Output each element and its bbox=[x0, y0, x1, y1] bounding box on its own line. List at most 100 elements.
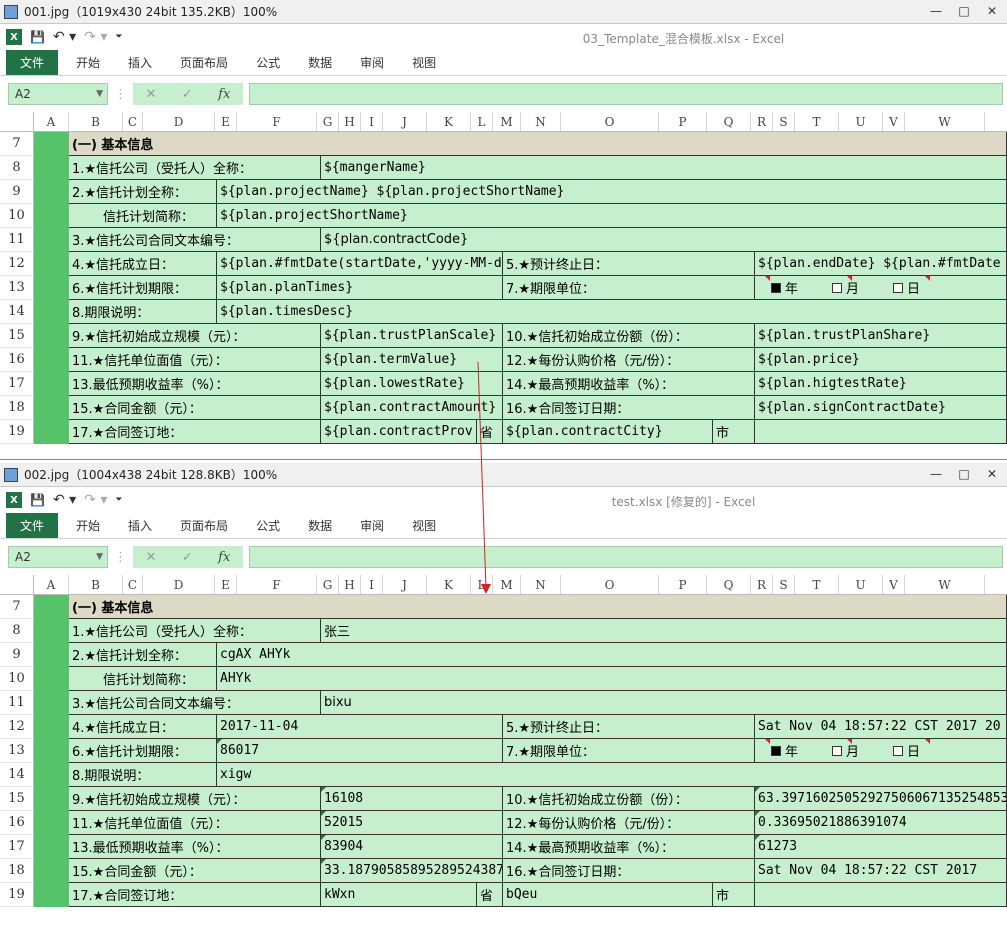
chevron-down-icon[interactable]: ▼ bbox=[96, 89, 103, 99]
sheet-cell[interactable]: ${plan.timesDesc} bbox=[217, 300, 1007, 324]
column-a-cell[interactable] bbox=[34, 691, 69, 715]
sheet-cell[interactable]: 10.★信托初始成立份额（份）： bbox=[503, 324, 755, 348]
ribbon-tab-3[interactable]: 页面布局 bbox=[166, 513, 242, 538]
column-header-i[interactable]: I bbox=[361, 112, 383, 131]
chevron-down-icon[interactable]: ▼ bbox=[96, 552, 103, 562]
unit-month-checkbox[interactable]: 月 bbox=[832, 741, 859, 760]
row-header[interactable]: 7 bbox=[0, 132, 34, 156]
column-header-u[interactable]: U bbox=[839, 575, 883, 594]
sheet-cell[interactable]: 市 bbox=[713, 420, 755, 444]
column-a-cell[interactable] bbox=[34, 180, 69, 204]
minimize-button[interactable]: — bbox=[925, 465, 947, 483]
column-header-o[interactable]: O bbox=[561, 112, 659, 131]
column-a-cell[interactable] bbox=[34, 276, 69, 300]
sheet-cell[interactable]: 7.★期限单位： bbox=[503, 276, 755, 300]
sheet-cell[interactable]: 12.★每份认购价格（元/份）： bbox=[503, 811, 755, 835]
column-a-cell[interactable] bbox=[34, 835, 69, 859]
row-header[interactable]: 12 bbox=[0, 252, 34, 276]
sheet-cell[interactable]: ${plan.endDate} ${plan.#fmtDate bbox=[755, 252, 1007, 276]
column-a-cell[interactable] bbox=[34, 619, 69, 643]
enter-icon[interactable]: ✓ bbox=[182, 87, 193, 102]
sheet-cell[interactable]: 省 bbox=[477, 420, 503, 444]
undo-icon[interactable]: ↶ ▾ bbox=[53, 492, 76, 508]
sheet-cell[interactable]: 3.★信托公司合同文本编号： bbox=[69, 228, 321, 252]
sheet-cell[interactable] bbox=[755, 420, 1007, 444]
column-a-cell[interactable] bbox=[34, 204, 69, 228]
column-header-l[interactable]: L bbox=[471, 575, 493, 594]
sheet-cell[interactable]: ${plan.#fmtDate(startDate,'yyyy-MM-dd')} bbox=[217, 252, 503, 276]
column-a-cell[interactable] bbox=[34, 715, 69, 739]
ribbon-tab-0[interactable]: 文件 bbox=[6, 513, 59, 538]
column-a-cell[interactable] bbox=[34, 348, 69, 372]
sheet-cell[interactable]: ${plan.contractCode} bbox=[321, 228, 1007, 252]
sheet-cell[interactable]: 年月日 bbox=[755, 276, 1007, 300]
fx-icon[interactable]: fx bbox=[218, 550, 230, 565]
column-header-h[interactable]: H bbox=[339, 575, 361, 594]
column-header-w[interactable]: W bbox=[905, 112, 985, 131]
formula-input[interactable] bbox=[249, 546, 1003, 568]
sheet-cell[interactable]: 4.★信托成立日： bbox=[69, 252, 217, 276]
sheet-cell[interactable]: 9.★信托初始成立规模（元）： bbox=[69, 324, 321, 348]
sheet-cell[interactable]: 11.★信托单位面值（元）： bbox=[69, 348, 321, 372]
row-header[interactable]: 12 bbox=[0, 715, 34, 739]
ribbon-tab-2[interactable]: 插入 bbox=[114, 513, 166, 538]
column-header-m[interactable]: M bbox=[493, 575, 521, 594]
maximize-button[interactable]: □ bbox=[953, 465, 975, 483]
unit-day-checkbox[interactable]: 日 bbox=[893, 278, 920, 297]
sheet-cell[interactable]: Sat Nov 04 18:57:22 CST 2017 20 bbox=[755, 715, 1007, 739]
column-header-l[interactable]: L bbox=[471, 112, 493, 131]
save-icon[interactable]: 💾 bbox=[30, 30, 45, 44]
sheet-cell[interactable]: ${mangerName} bbox=[321, 156, 1007, 180]
column-a-cell[interactable] bbox=[34, 643, 69, 667]
column-a-cell[interactable] bbox=[34, 595, 69, 619]
sheet-cell[interactable]: bQeu bbox=[503, 883, 713, 907]
sheet-cell[interactable]: 2.★信托计划全称： bbox=[69, 643, 217, 667]
sheet-cell[interactable]: 61273 bbox=[755, 835, 1007, 859]
row-header[interactable]: 16 bbox=[0, 811, 34, 835]
sheet-cell[interactable]: 15.★合同金额（元）： bbox=[69, 859, 321, 883]
name-box[interactable]: A2 ▼ bbox=[8, 546, 108, 568]
ribbon-tab-0[interactable]: 文件 bbox=[6, 50, 59, 75]
column-header-c[interactable]: C bbox=[123, 112, 143, 131]
redo-icon[interactable]: ↷ ▾ bbox=[84, 29, 107, 45]
ribbon-tab-6[interactable]: 审阅 bbox=[346, 513, 398, 538]
qat-customize-icon[interactable]: ⏷ bbox=[115, 32, 122, 42]
sheet-cell[interactable]: 6.★信托计划期限： bbox=[69, 276, 217, 300]
column-header-p[interactable]: P bbox=[659, 575, 707, 594]
sheet-cell[interactable]: 52015 bbox=[321, 811, 503, 835]
ribbon-tab-6[interactable]: 审阅 bbox=[346, 50, 398, 75]
sheet-cell[interactable]: 8.期限说明： bbox=[69, 763, 217, 787]
column-header-d[interactable]: D bbox=[143, 575, 215, 594]
sheet-cell[interactable]: 13.最低预期收益率（%）： bbox=[69, 835, 321, 859]
sheet-cell[interactable]: 15.★合同金额（元）： bbox=[69, 396, 321, 420]
column-header-q[interactable]: Q bbox=[707, 112, 751, 131]
ribbon-tab-7[interactable]: 视图 bbox=[398, 513, 450, 538]
sheet-cell[interactable] bbox=[755, 883, 1007, 907]
sheet-cell[interactable]: ${plan.contractCity} bbox=[503, 420, 713, 444]
column-header-n[interactable]: N bbox=[521, 575, 561, 594]
ribbon-tab-4[interactable]: 公式 bbox=[242, 50, 294, 75]
sheet-cell[interactable]: 83904 bbox=[321, 835, 503, 859]
sheet-cell[interactable]: 16108 bbox=[321, 787, 503, 811]
row-header[interactable]: 15 bbox=[0, 787, 34, 811]
sheet-cell[interactable]: 1.★信托公司（受托人）全称： bbox=[69, 619, 321, 643]
column-a-cell[interactable] bbox=[34, 396, 69, 420]
column-header-k[interactable]: K bbox=[427, 575, 471, 594]
column-header-g[interactable]: G bbox=[317, 112, 339, 131]
sheet-cell[interactable]: 信托计划简称： bbox=[69, 204, 217, 228]
sheet-cell[interactable]: ${plan.termValue} bbox=[321, 348, 503, 372]
sheet-cell[interactable]: 省 bbox=[477, 883, 503, 907]
redo-icon[interactable]: ↷ ▾ bbox=[84, 492, 107, 508]
sheet-cell[interactable]: 2017-11-04 bbox=[217, 715, 503, 739]
maximize-button[interactable]: □ bbox=[953, 2, 975, 20]
sheet-cell[interactable]: ${plan.projectName} ${plan.projectShortN… bbox=[217, 180, 1007, 204]
sheet-cell[interactable]: ${plan.contractProv bbox=[321, 420, 477, 444]
column-header-d[interactable]: D bbox=[143, 112, 215, 131]
row-header[interactable]: 15 bbox=[0, 324, 34, 348]
column-header-b[interactable]: B bbox=[69, 575, 123, 594]
row-header[interactable]: 9 bbox=[0, 643, 34, 667]
column-header-a[interactable]: A bbox=[34, 112, 69, 131]
column-header-j[interactable]: J bbox=[383, 112, 427, 131]
sheet-cell[interactable]: bixu bbox=[321, 691, 1007, 715]
row-header[interactable]: 11 bbox=[0, 228, 34, 252]
